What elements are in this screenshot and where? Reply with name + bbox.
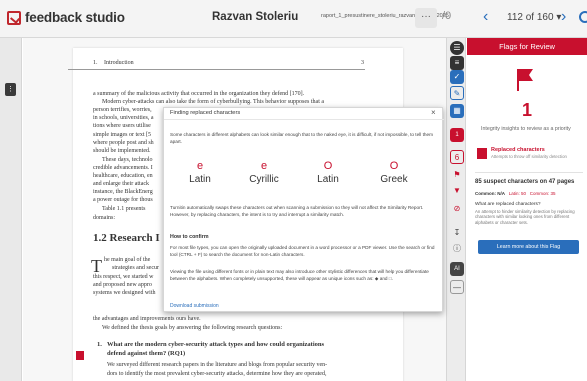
- minus-icon[interactable]: —: [450, 280, 464, 294]
- flag-item-subtitle: Attempts to throw off similarity detecti…: [491, 154, 567, 159]
- doc-line: Table 1.1 presents: [102, 206, 146, 212]
- doc-line: tions where users utilise: [93, 123, 151, 129]
- flag-item-title: Replaced characters: [491, 147, 545, 153]
- flag-icon: [477, 148, 487, 159]
- section-heading: 1.2 Research I: [93, 232, 160, 244]
- doc-line: a summary of the malicious activity that…: [93, 91, 305, 97]
- close-icon[interactable]: ×: [431, 108, 436, 117]
- flag-count: 1: [521, 100, 532, 120]
- page-number: 3: [361, 60, 364, 66]
- tool-rail: ☰ ≡ ✓ ✎ ▦ 1 6 ⚑ ▼ ⊘ ↧ ⓘ AI —: [446, 38, 466, 381]
- layers-icon[interactable]: ☰: [450, 41, 464, 55]
- modal-confirm-heading: How to confirm: [170, 234, 209, 240]
- common2-count: Common: 35: [529, 191, 556, 196]
- modal-header: Finding replaced characters ×: [164, 108, 444, 120]
- panel-description: Integrity insights to review as a priori…: [481, 126, 571, 132]
- modal-title: Finding replaced characters: [170, 110, 241, 116]
- example-glyph: O: [389, 160, 399, 172]
- section-number: 1.: [93, 60, 98, 66]
- doc-line: the advantages and improvements ours hav…: [93, 316, 201, 322]
- common-count: Common: N/A: [475, 191, 505, 196]
- page-counter[interactable]: 112 of 160 ▾: [507, 12, 561, 23]
- latin-count: Latin: 50: [508, 191, 527, 196]
- doc-line: simple images or text [5: [93, 132, 151, 138]
- example-glyph: O: [323, 160, 333, 172]
- question-line: What are the modern cyber-security attac…: [107, 341, 325, 348]
- example-script: Greek: [380, 174, 408, 185]
- doc-line: These days, technolo: [102, 157, 153, 163]
- score-display: /0: [442, 10, 452, 22]
- app-name: feedback studio: [25, 10, 125, 25]
- doc-line: in schools, universities, a: [93, 115, 154, 121]
- example-script: Latin: [189, 174, 211, 185]
- feedback-studio-logo-icon: [7, 11, 21, 25]
- sidebar-toggle-icon[interactable]: ⋮: [5, 83, 16, 96]
- left-gutter: ⋮: [0, 38, 22, 381]
- character-breakdown: Common: N/A Latin: 50 Common: 35: [475, 191, 556, 196]
- doc-line: person terrifies, worries,: [93, 107, 152, 113]
- modal-intro: Some characters in different alphabets c…: [170, 132, 433, 144]
- doc-line: systems we designed with: [93, 290, 156, 296]
- filter-icon[interactable]: ▼: [450, 184, 464, 198]
- checkmark-icon[interactable]: ✓: [450, 70, 464, 84]
- previous-page-icon[interactable]: ‹: [483, 8, 488, 26]
- author-name: Razvan Stoleriu: [212, 11, 299, 23]
- ai-label[interactable]: AI: [450, 262, 464, 276]
- what-title: What are replaced characters?: [475, 202, 541, 207]
- doc-line: instance, the BlackEnerg: [93, 189, 153, 195]
- header-rule: [68, 69, 365, 70]
- doc-line: We surveyed different research papers in…: [107, 362, 328, 368]
- edit-icon[interactable]: ✎: [450, 86, 464, 100]
- flag-marker-icon[interactable]: [76, 351, 84, 360]
- next-page-icon[interactable]: ›: [561, 8, 566, 26]
- modal-confirm-text: For most file types, you can open the or…: [170, 245, 435, 257]
- similarity-count-icon[interactable]: 6: [450, 150, 464, 164]
- example-glyph: e: [196, 160, 204, 172]
- help-icon[interactable]: [579, 11, 587, 23]
- flags-panel: Flags for Review 1 Integrity insights to…: [467, 38, 587, 381]
- top-bar: feedback studio Razvan Stoleriu raport_1…: [0, 0, 587, 38]
- example-glyph: e: [260, 160, 268, 172]
- divider: [475, 172, 583, 173]
- doc-line: domains:: [93, 215, 115, 221]
- doc-line: and proposed new appro: [93, 282, 152, 288]
- info-icon[interactable]: ⓘ: [450, 242, 464, 256]
- section-title: Introduction: [104, 60, 134, 66]
- block-icon[interactable]: ⊘: [450, 202, 464, 216]
- flag-item-replaced-characters[interactable]: Replaced characters Attempts to throw of…: [477, 147, 584, 167]
- more-options-button[interactable]: ···: [415, 8, 437, 28]
- question-line: defend against them? (RQ1): [107, 350, 186, 357]
- doc-line: strategies and secur: [112, 265, 159, 271]
- suspect-summary: 85 suspect characters on 47 pages: [475, 179, 575, 185]
- doc-line: and enlarge their attack: [93, 181, 150, 187]
- flag-count-icon[interactable]: 1: [450, 128, 464, 142]
- page-counter-text: 112 of 160: [507, 12, 554, 23]
- what-body: An attempt to hinder similarity detectio…: [475, 209, 575, 225]
- replaced-characters-modal: Finding replaced characters × Some chara…: [163, 107, 444, 312]
- doc-line: credible advancements. I: [93, 165, 153, 171]
- question-number: 1.: [97, 341, 102, 348]
- panel-title: Flags for Review: [467, 38, 587, 55]
- modal-swap-text: Turnitin automatically swaps these chara…: [170, 205, 424, 217]
- download-icon[interactable]: ↧: [450, 226, 464, 240]
- doc-line: Modern cyber-attacks can also take the f…: [102, 99, 325, 105]
- doc-line: dors to identify the most prevalent cybe…: [107, 371, 327, 377]
- doc-line: this respect, we started w: [93, 274, 154, 280]
- download-submission-link[interactable]: Download submission: [170, 303, 219, 309]
- example-script: Latin: [317, 174, 339, 185]
- quickmark-icon[interactable]: ≡: [450, 56, 464, 70]
- doc-line: healthcare, education, en: [93, 173, 153, 179]
- example-script: Cyrillic: [249, 174, 279, 185]
- learn-more-button[interactable]: Learn more about this Flag: [478, 240, 579, 254]
- doc-line: where people post and sh: [93, 140, 154, 146]
- document-flag-icon[interactable]: ⚑: [450, 168, 464, 182]
- grid-icon[interactable]: ▦: [450, 104, 464, 118]
- doc-line: a power outage for thous: [93, 197, 153, 203]
- flag-icon: [517, 69, 533, 91]
- modal-font-text: Viewing the file using different fonts o…: [170, 269, 429, 281]
- doc-line: he main goal of the: [104, 257, 151, 263]
- doc-line: should be implemented.: [93, 148, 151, 154]
- doc-line: We defined the thesis goals by answering…: [102, 325, 283, 331]
